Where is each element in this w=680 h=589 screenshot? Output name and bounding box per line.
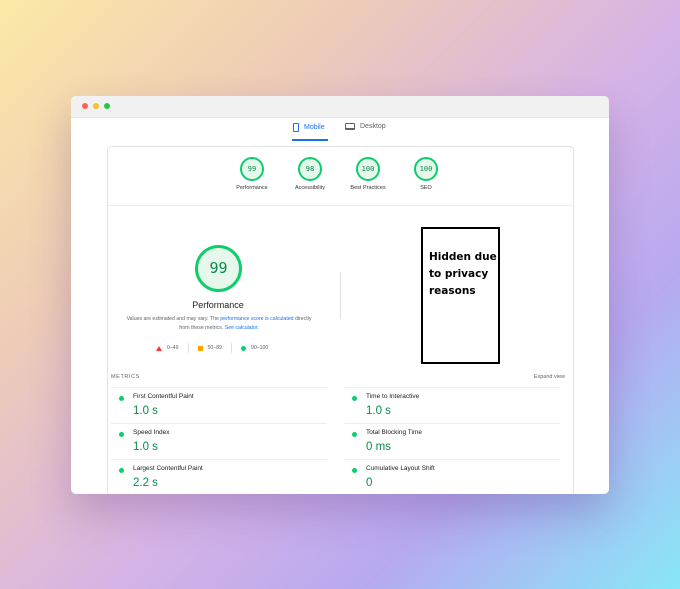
metric-value: 0 ms (366, 441, 391, 453)
metric-first-contentful-paint: First Contentful Paint 1.0 s (111, 387, 327, 421)
score-legend: 0–49 50–89 90–100 (156, 343, 268, 353)
category-performance[interactable]: 99 Performance (222, 157, 282, 191)
legend-pass: 90–100 (240, 345, 269, 351)
report-card: 99 Performance 98 Accessibility 100 Best… (107, 146, 574, 494)
category-best-practices[interactable]: 100 Best Practices (338, 157, 398, 191)
window-titlebar (71, 96, 609, 118)
metric-largest-contentful-paint: Largest Contentful Paint 2.2 s (111, 459, 327, 493)
browser-window: Mobile Desktop 99 Performance 98 Accessi… (71, 96, 609, 494)
metric-label: Speed Index (133, 429, 170, 436)
metric-label: Cumulative Layout Shift (366, 465, 435, 472)
performance-score-gauge: 99 (195, 245, 242, 292)
green-circle-icon (240, 345, 246, 351)
metric-value: 2.2 s (133, 477, 158, 489)
performance-title: Performance (192, 300, 244, 310)
metric-total-blocking-time: Total Blocking Time 0 ms (344, 423, 560, 457)
score-gauge: 100 (414, 157, 438, 181)
expand-view-toggle[interactable]: Expand view (534, 374, 565, 380)
pass-dot-icon (352, 468, 357, 473)
legend-fail: 0–49 (156, 345, 179, 351)
category-seo[interactable]: 100 SEO (396, 157, 456, 191)
metric-label: Total Blocking Time (366, 429, 422, 436)
section-divider (340, 272, 341, 319)
pass-dot-icon (119, 432, 124, 437)
metric-value: 1.0 s (133, 441, 158, 453)
category-label: Performance (236, 185, 268, 191)
score-gauge: 98 (298, 157, 322, 181)
metric-time-to-interactive: Time to Interactive 1.0 s (344, 387, 560, 421)
metric-label: Time to Interactive (366, 393, 420, 400)
legend-divider (230, 343, 232, 353)
category-label: SEO (420, 185, 432, 191)
legend-fail-range: 0–49 (167, 345, 179, 351)
pass-dot-icon (352, 396, 357, 401)
metric-value: 1.0 s (366, 405, 391, 417)
metric-cumulative-layout-shift: Cumulative Layout Shift 0 (344, 459, 560, 493)
performance-note: Values are estimated and may vary. The p… (122, 315, 316, 333)
orange-square-icon (197, 345, 203, 351)
metric-label: Largest Contentful Paint (133, 465, 203, 472)
maximize-window-button[interactable] (104, 103, 110, 109)
privacy-notice: Hidden due to privacy reasons (429, 251, 497, 297)
legend-pass-range: 90–100 (250, 345, 269, 351)
metric-value: 0 (366, 477, 373, 489)
see-calculator-link[interactable]: See calculator. (225, 325, 259, 331)
score-calculation-link[interactable]: performance score is calculated (220, 316, 293, 322)
device-tabs: Mobile Desktop (71, 117, 609, 141)
metric-label: First Contentful Paint (133, 393, 194, 400)
laptop-icon (345, 123, 355, 130)
metric-value: 1.0 s (133, 405, 158, 417)
legend-average-range: 50–89 (207, 345, 222, 351)
pass-dot-icon (352, 432, 357, 437)
pass-dot-icon (119, 396, 124, 401)
tab-desktop-label: Desktop (360, 123, 386, 130)
note-text: Values are estimated and may vary. The (126, 316, 221, 322)
category-label: Best Practices (350, 185, 386, 191)
category-accessibility[interactable]: 98 Accessibility (280, 157, 340, 191)
score-gauge: 99 (240, 157, 264, 181)
category-label: Accessibility (295, 185, 325, 191)
category-scores: 99 Performance 98 Accessibility 100 Best… (108, 157, 573, 206)
pass-dot-icon (119, 468, 124, 473)
minimize-window-button[interactable] (93, 103, 99, 109)
active-tab-indicator (292, 139, 328, 141)
metrics-heading: METRICS (111, 374, 140, 380)
privacy-redaction-box: Hidden due to privacy reasons (421, 227, 500, 364)
phone-icon (293, 123, 299, 132)
tab-mobile[interactable]: Mobile (293, 123, 325, 132)
legend-average: 50–89 (197, 345, 222, 351)
close-window-button[interactable] (82, 103, 88, 109)
tab-mobile-label: Mobile (304, 124, 325, 131)
tab-desktop[interactable]: Desktop (345, 123, 386, 130)
score-gauge: 100 (356, 157, 380, 181)
metric-speed-index: Speed Index 1.0 s (111, 423, 327, 457)
legend-divider (187, 343, 189, 353)
red-triangle-icon (156, 345, 162, 351)
